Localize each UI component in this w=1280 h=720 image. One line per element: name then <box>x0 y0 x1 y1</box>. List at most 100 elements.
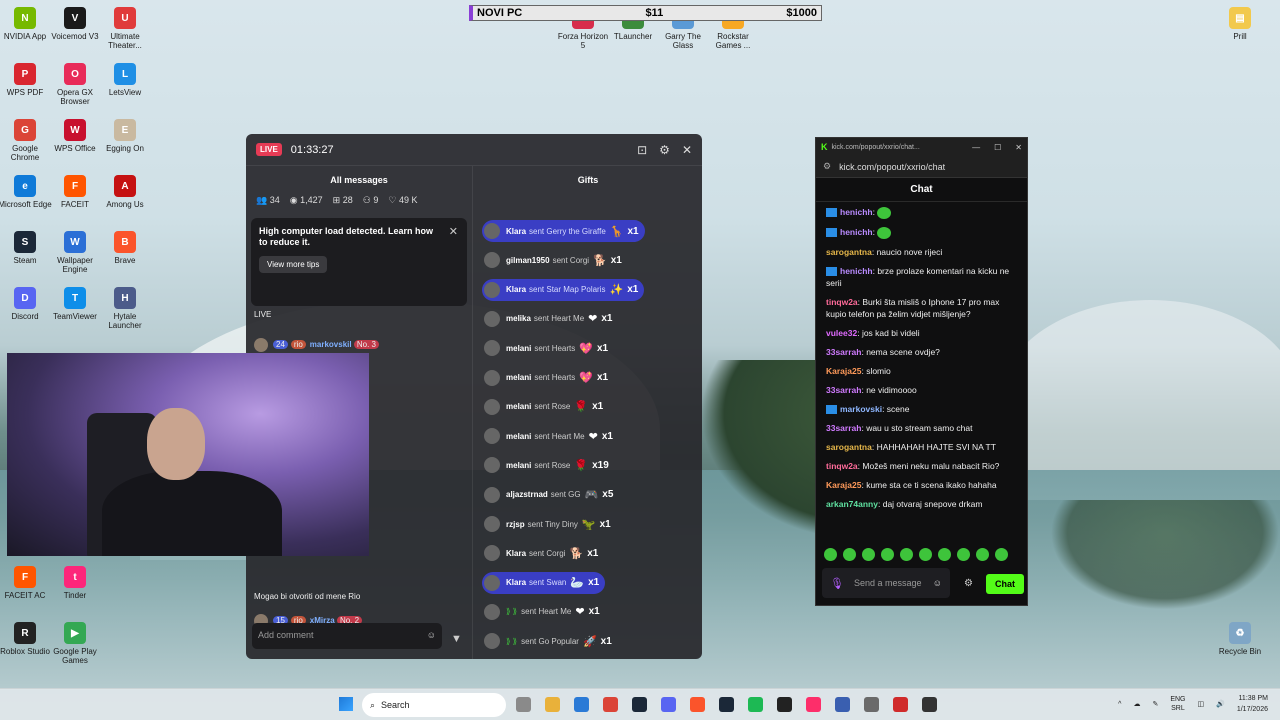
desktop-icon[interactable]: ▶ Google Play Games <box>48 622 102 665</box>
taskbar-search[interactable]: ⌕ Search <box>362 693 506 717</box>
desktop-icon[interactable]: O Opera GX Browser <box>48 63 102 106</box>
desktop-icon[interactable]: D Discord <box>0 287 52 321</box>
kick-username[interactable]: sarogantna <box>826 247 872 257</box>
kick-username[interactable]: markovski <box>840 404 882 414</box>
comment-input[interactable]: Add comment ☺ <box>252 623 442 649</box>
tiktok-icon[interactable] <box>806 697 821 712</box>
language-indicator[interactable]: ENG SRL <box>1170 695 1185 713</box>
pen-icon[interactable]: ✎ <box>1152 700 1158 708</box>
desktop-icon[interactable]: F FACEIT <box>48 175 102 209</box>
kick-username[interactable]: arkan74anny <box>826 499 878 509</box>
chrome-icon[interactable] <box>603 697 618 712</box>
spotify-icon[interactable] <box>748 697 763 712</box>
gift-user[interactable]: Klara <box>506 578 526 587</box>
desktop-icon[interactable]: L LetsView <box>98 63 152 97</box>
emote-icon[interactable] <box>938 548 951 561</box>
maximize-icon[interactable]: ☐ <box>994 143 1001 152</box>
desktop-icon[interactable]: U Ultimate Theater... <box>98 7 152 50</box>
steam-alt-icon[interactable] <box>719 697 734 712</box>
view-tips-button[interactable]: View more tips <box>259 256 328 273</box>
file-explorer-icon[interactable] <box>516 697 531 712</box>
desktop-icon[interactable]: V Voicemod V3 <box>48 7 102 41</box>
desktop-icon[interactable]: R Roblox Studio <box>0 622 52 656</box>
chat-send-button[interactable]: Chat <box>986 574 1024 594</box>
settings-icon[interactable]: ⚙ <box>659 143 670 157</box>
emote-icon[interactable] <box>957 548 970 561</box>
windows-start-icon[interactable] <box>339 697 353 711</box>
network-icon[interactable]: ◫ <box>1198 700 1205 708</box>
desktop-icon[interactable]: t Tinder <box>48 566 102 600</box>
kick-username[interactable]: tinqw2a <box>826 461 858 471</box>
desktop-icon[interactable]: N NVIDIA App <box>0 7 52 41</box>
kick-username[interactable]: tinqw2a <box>826 297 858 307</box>
obs-icon[interactable] <box>777 697 792 712</box>
steam-icon[interactable] <box>632 697 647 712</box>
emote-icon[interactable] <box>824 548 837 561</box>
desktop-icon[interactable]: W Wallpaper Engine <box>48 231 102 274</box>
gift-user[interactable]: melani <box>506 344 531 353</box>
desktop-icon[interactable]: F FACEIT AC <box>0 566 52 600</box>
desktop-icon[interactable]: ♻ Recycle Bin <box>1213 622 1267 656</box>
close-icon[interactable]: ✕ <box>682 143 692 157</box>
gift-user[interactable]: aljazstrnad <box>506 490 548 499</box>
typing-app-icon[interactable] <box>893 697 908 712</box>
gift-user[interactable]: rzjsp <box>506 520 525 529</box>
desktop-icon[interactable]: S Steam <box>0 231 52 265</box>
desktop-icon[interactable]: H Hytale Launcher <box>98 287 152 330</box>
remote-icon[interactable] <box>835 697 850 712</box>
kick-username[interactable]: Karaja25 <box>826 480 861 490</box>
close-window-icon[interactable]: ✕ <box>1015 143 1022 152</box>
gift-user[interactable]: melani <box>506 402 531 411</box>
desktop-icon[interactable]: W WPS Office <box>48 119 102 153</box>
message-user[interactable]: markovskil <box>310 340 352 349</box>
kick-username[interactable]: sarogantna <box>826 442 872 452</box>
volume-icon[interactable]: 🔊 <box>1216 700 1225 708</box>
filter-icon[interactable]: ▼ <box>451 633 462 645</box>
site-info-icon[interactable]: ⚙ <box>823 161 831 172</box>
emote-icon[interactable] <box>900 548 913 561</box>
kick-username[interactable]: Karaja25 <box>826 366 861 376</box>
gift-user[interactable]: Klara <box>506 549 526 558</box>
kick-username[interactable]: vulee32 <box>826 328 857 338</box>
gift-user[interactable]: melani <box>506 373 531 382</box>
gift-user[interactable]: gilman1950 <box>506 256 550 265</box>
kick-username[interactable]: henichh <box>840 266 873 276</box>
emote-icon[interactable] <box>995 548 1008 561</box>
emoji-icon[interactable]: ☺ <box>427 630 436 640</box>
cloud-icon[interactable]: ☁ <box>1133 700 1140 708</box>
app-icon[interactable] <box>922 697 937 712</box>
desktop-icon[interactable]: A Among Us <box>98 175 152 209</box>
kick-address-bar[interactable]: ⚙ kick.com/popout/xxrio/chat <box>816 156 1027 178</box>
kick-username[interactable]: 33sarrah <box>826 385 861 395</box>
desktop-icon[interactable]: ▤ Prill <box>1213 7 1267 41</box>
kick-username[interactable]: 33sarrah <box>826 423 861 433</box>
edge-icon[interactable] <box>574 697 589 712</box>
desktop-icon[interactable]: G Google Chrome <box>0 119 52 162</box>
gift-user[interactable]: Klara <box>506 227 526 236</box>
gift-user[interactable]: Klara <box>506 285 526 294</box>
kick-username[interactable]: henichh <box>840 207 873 217</box>
emote-icon[interactable] <box>976 548 989 561</box>
gift-user[interactable]: melani <box>506 432 531 441</box>
discord-icon[interactable] <box>661 697 676 712</box>
emoji-picker-icon[interactable]: ☺ <box>933 578 942 588</box>
emote-icon[interactable] <box>881 548 894 561</box>
desktop-icon[interactable]: E Egging On <box>98 119 152 153</box>
minimize-icon[interactable]: — <box>972 143 980 152</box>
files-icon[interactable] <box>545 697 560 712</box>
emote-icon[interactable] <box>843 548 856 561</box>
desktop-icon[interactable]: e Microsoft Edge <box>0 175 52 209</box>
alert-close-icon[interactable]: ✕ <box>449 225 458 238</box>
chat-settings-icon[interactable]: ⚙ <box>964 578 973 589</box>
settings-app-icon[interactable] <box>864 697 879 712</box>
lock-icon[interactable]: ⊡ <box>637 143 647 157</box>
microphone-icon[interactable]: 🎙 <box>830 577 844 590</box>
emote-icon[interactable] <box>919 548 932 561</box>
kick-username[interactable]: henichh <box>840 227 873 237</box>
desktop-icon[interactable]: P WPS PDF <box>0 63 52 97</box>
kick-message-input[interactable]: 🎙 Send a message ☺ <box>822 568 950 598</box>
emote-icon[interactable] <box>862 548 875 561</box>
brave-icon[interactable] <box>690 697 705 712</box>
desktop-icon[interactable]: B Brave <box>98 231 152 265</box>
gift-user[interactable]: melika <box>506 314 531 323</box>
